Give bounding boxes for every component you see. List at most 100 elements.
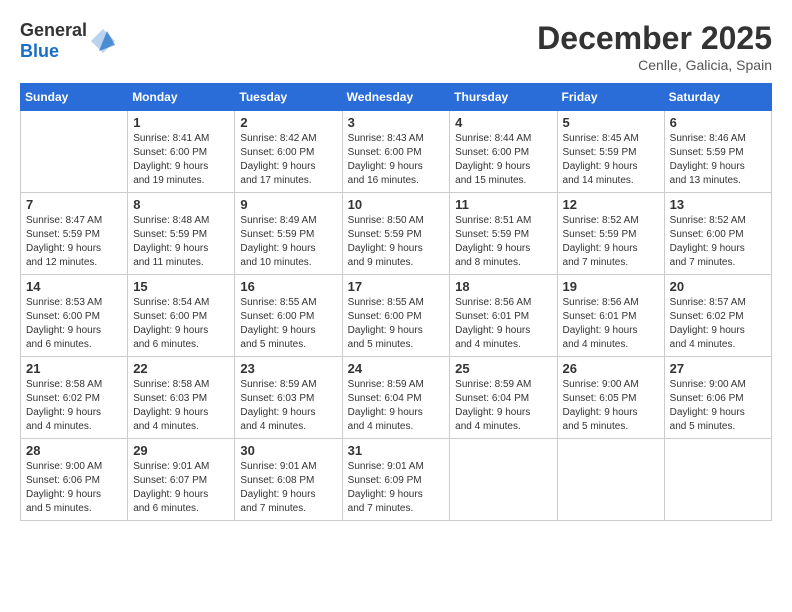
weekday-header-sunday: Sunday	[21, 84, 128, 111]
title-block: December 2025 Cenlle, Galicia, Spain	[537, 20, 772, 73]
calendar-cell: 5 Sunrise: 8:45 AM Sunset: 5:59 PM Daylig…	[557, 111, 664, 193]
calendar-cell: 2Sunrise: 8:42 AM Sunset: 6:00 PM Daylig…	[235, 111, 342, 193]
day-info: Sunrise: 8:56 AM Sunset: 6:01 PM Dayligh…	[563, 296, 659, 352]
weekday-header-friday: Friday	[557, 84, 664, 111]
day-info: Sunrise: 8:53 AM Sunset: 6:00 PM Dayligh…	[26, 296, 122, 352]
page-header: General Blue December 2025 Cenlle, Galic…	[20, 20, 772, 73]
calendar-cell: 4 Sunrise: 8:44 AM Sunset: 6:00 PM Daylig…	[450, 111, 557, 193]
calendar-cell: 29Sunrise: 9:01 AM Sunset: 6:07 PM Dayli…	[128, 439, 235, 521]
day-info: Sunrise: 8:44 AM Sunset: 6:00 PM Dayligh…	[455, 132, 551, 188]
day-info: Sunrise: 8:52 AM Sunset: 6:00 PM Dayligh…	[670, 214, 766, 270]
day-number: 1	[133, 115, 229, 130]
day-number: 15	[133, 279, 229, 294]
day-info: Sunrise: 8:41 AM Sunset: 6:00 PM Dayligh…	[133, 132, 229, 188]
day-number: 18	[455, 279, 551, 294]
day-number: 11	[455, 197, 551, 212]
calendar-cell: 9Sunrise: 8:49 AM Sunset: 5:59 PM Daylig…	[235, 193, 342, 275]
calendar-cell: 10 Sunrise: 8:50 AM Sunset: 5:59 PM Dayli…	[342, 193, 450, 275]
day-number: 6	[670, 115, 766, 130]
day-number: 24	[348, 361, 445, 376]
calendar-cell: 28 Sunrise: 9:00 AM Sunset: 6:06 PM Dayli…	[21, 439, 128, 521]
calendar-cell: 16 Sunrise: 8:55 AM Sunset: 6:00 PM Dayli…	[235, 275, 342, 357]
day-number: 31	[348, 443, 445, 458]
calendar-cell	[21, 111, 128, 193]
day-number: 21	[26, 361, 122, 376]
calendar-table: SundayMondayTuesdayWednesdayThursdayFrid…	[20, 83, 772, 521]
weekday-header-wednesday: Wednesday	[342, 84, 450, 111]
logo: General Blue	[20, 20, 117, 62]
day-number: 8	[133, 197, 229, 212]
logo-icon	[89, 27, 117, 55]
day-info: Sunrise: 8:45 AM Sunset: 5:59 PM Dayligh…	[563, 132, 659, 188]
day-number: 27	[670, 361, 766, 376]
day-info: Sunrise: 8:56 AM Sunset: 6:01 PM Dayligh…	[455, 296, 551, 352]
calendar-cell	[557, 439, 664, 521]
day-info: Sunrise: 8:54 AM Sunset: 6:00 PM Dayligh…	[133, 296, 229, 352]
calendar-cell: 8Sunrise: 8:48 AM Sunset: 5:59 PM Daylig…	[128, 193, 235, 275]
calendar-cell	[664, 439, 771, 521]
week-row-2: 7 Sunrise: 8:47 AM Sunset: 5:59 PM Daylig…	[21, 193, 772, 275]
day-number: 19	[563, 279, 659, 294]
day-info: Sunrise: 8:55 AM Sunset: 6:00 PM Dayligh…	[348, 296, 445, 352]
calendar-cell: 17 Sunrise: 8:55 AM Sunset: 6:00 PM Dayli…	[342, 275, 450, 357]
week-row-1: 1 Sunrise: 8:41 AM Sunset: 6:00 PM Daylig…	[21, 111, 772, 193]
day-number: 7	[26, 197, 122, 212]
day-info: Sunrise: 8:58 AM Sunset: 6:02 PM Dayligh…	[26, 378, 122, 434]
day-info: Sunrise: 9:01 AM Sunset: 6:07 PM Dayligh…	[133, 460, 229, 516]
day-info: Sunrise: 9:00 AM Sunset: 6:06 PM Dayligh…	[26, 460, 122, 516]
day-info: Sunrise: 8:59 AM Sunset: 6:04 PM Dayligh…	[348, 378, 445, 434]
calendar-cell: 1 Sunrise: 8:41 AM Sunset: 6:00 PM Daylig…	[128, 111, 235, 193]
location-title: Cenlle, Galicia, Spain	[537, 57, 772, 73]
calendar-cell: 12 Sunrise: 8:52 AM Sunset: 5:59 PM Dayli…	[557, 193, 664, 275]
day-number: 22	[133, 361, 229, 376]
weekday-header-monday: Monday	[128, 84, 235, 111]
day-number: 16	[240, 279, 336, 294]
day-number: 26	[563, 361, 659, 376]
day-number: 12	[563, 197, 659, 212]
day-number: 2	[240, 115, 336, 130]
calendar-cell: 7 Sunrise: 8:47 AM Sunset: 5:59 PM Daylig…	[21, 193, 128, 275]
calendar-cell: 23Sunrise: 8:59 AM Sunset: 6:03 PM Dayli…	[235, 357, 342, 439]
day-info: Sunrise: 8:51 AM Sunset: 5:59 PM Dayligh…	[455, 214, 551, 270]
weekday-header-row: SundayMondayTuesdayWednesdayThursdayFrid…	[21, 84, 772, 111]
month-title: December 2025	[537, 20, 772, 57]
day-info: Sunrise: 9:01 AM Sunset: 6:09 PM Dayligh…	[348, 460, 445, 516]
logo-text: General Blue	[20, 20, 87, 62]
day-info: Sunrise: 8:46 AM Sunset: 5:59 PM Dayligh…	[670, 132, 766, 188]
calendar-cell: 26Sunrise: 9:00 AM Sunset: 6:05 PM Dayli…	[557, 357, 664, 439]
weekday-header-thursday: Thursday	[450, 84, 557, 111]
day-info: Sunrise: 8:52 AM Sunset: 5:59 PM Dayligh…	[563, 214, 659, 270]
week-row-4: 21 Sunrise: 8:58 AM Sunset: 6:02 PM Dayli…	[21, 357, 772, 439]
day-info: Sunrise: 8:59 AM Sunset: 6:04 PM Dayligh…	[455, 378, 551, 434]
day-number: 13	[670, 197, 766, 212]
calendar-cell: 27 Sunrise: 9:00 AM Sunset: 6:06 PM Dayli…	[664, 357, 771, 439]
week-row-5: 28 Sunrise: 9:00 AM Sunset: 6:06 PM Dayli…	[21, 439, 772, 521]
day-info: Sunrise: 9:00 AM Sunset: 6:06 PM Dayligh…	[670, 378, 766, 434]
day-number: 5	[563, 115, 659, 130]
calendar-cell: 21 Sunrise: 8:58 AM Sunset: 6:02 PM Dayli…	[21, 357, 128, 439]
calendar-cell: 30Sunrise: 9:01 AM Sunset: 6:08 PM Dayli…	[235, 439, 342, 521]
weekday-header-tuesday: Tuesday	[235, 84, 342, 111]
day-info: Sunrise: 8:43 AM Sunset: 6:00 PM Dayligh…	[348, 132, 445, 188]
day-info: Sunrise: 8:50 AM Sunset: 5:59 PM Dayligh…	[348, 214, 445, 270]
day-info: Sunrise: 9:01 AM Sunset: 6:08 PM Dayligh…	[240, 460, 336, 516]
calendar-cell	[450, 439, 557, 521]
calendar-cell: 31 Sunrise: 9:01 AM Sunset: 6:09 PM Dayli…	[342, 439, 450, 521]
calendar-cell: 20Sunrise: 8:57 AM Sunset: 6:02 PM Dayli…	[664, 275, 771, 357]
calendar-cell: 22Sunrise: 8:58 AM Sunset: 6:03 PM Dayli…	[128, 357, 235, 439]
day-number: 20	[670, 279, 766, 294]
day-info: Sunrise: 8:55 AM Sunset: 6:00 PM Dayligh…	[240, 296, 336, 352]
day-number: 25	[455, 361, 551, 376]
day-number: 14	[26, 279, 122, 294]
day-info: Sunrise: 8:47 AM Sunset: 5:59 PM Dayligh…	[26, 214, 122, 270]
day-number: 28	[26, 443, 122, 458]
day-number: 23	[240, 361, 336, 376]
calendar-cell: 14 Sunrise: 8:53 AM Sunset: 6:00 PM Dayli…	[21, 275, 128, 357]
day-number: 4	[455, 115, 551, 130]
calendar-cell: 18 Sunrise: 8:56 AM Sunset: 6:01 PM Dayli…	[450, 275, 557, 357]
day-number: 17	[348, 279, 445, 294]
day-number: 10	[348, 197, 445, 212]
calendar-cell: 3Sunrise: 8:43 AM Sunset: 6:00 PM Daylig…	[342, 111, 450, 193]
calendar-cell: 15 Sunrise: 8:54 AM Sunset: 6:00 PM Dayli…	[128, 275, 235, 357]
calendar-cell: 24 Sunrise: 8:59 AM Sunset: 6:04 PM Dayli…	[342, 357, 450, 439]
